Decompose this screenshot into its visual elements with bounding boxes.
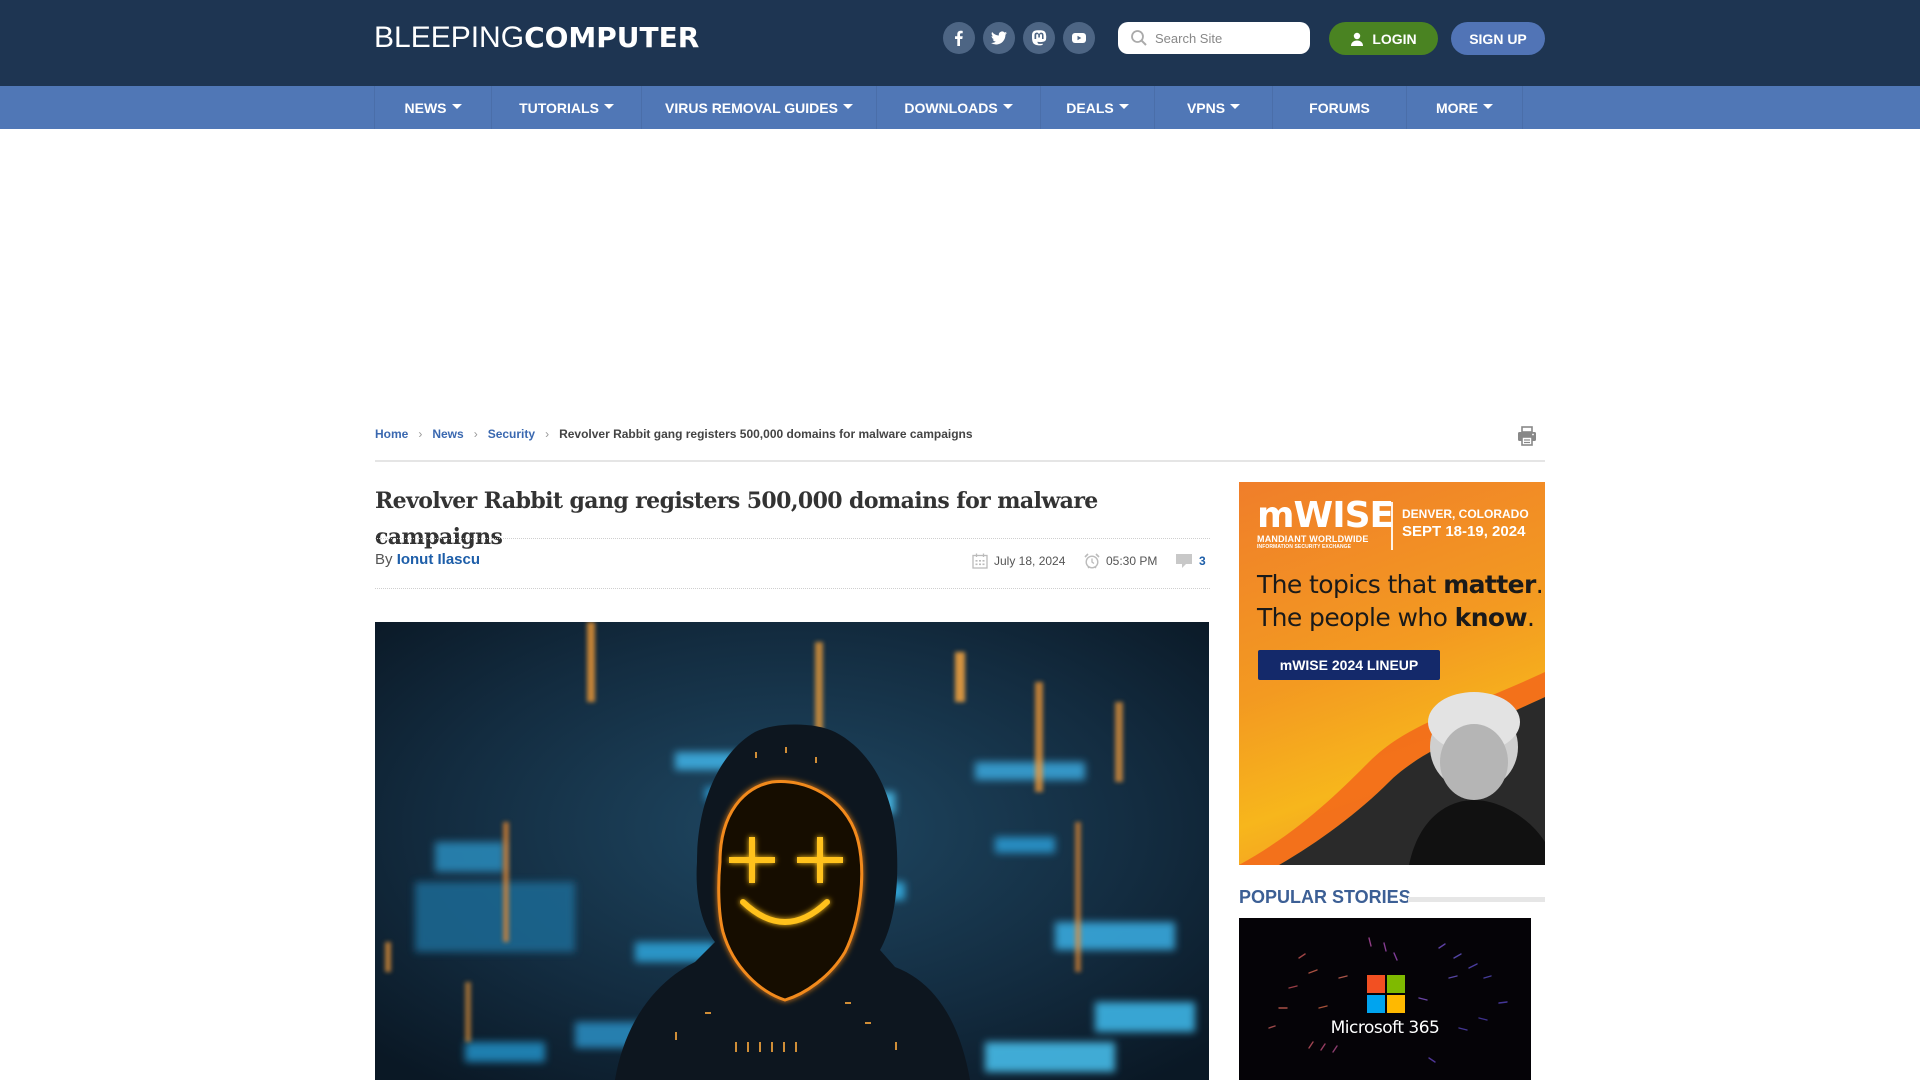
- breadcrumb-divider: [375, 460, 1545, 462]
- time-text: 05:30 PM: [1106, 554, 1158, 568]
- nav-item-news[interactable]: NEWS: [375, 86, 492, 129]
- chevron-right-icon: ›: [418, 427, 423, 441]
- ad-event-info: DENVER, COLORADO SEPT 18-19, 2024: [1402, 507, 1529, 540]
- article-title: Revolver Rabbit gang registers 500,000 d…: [375, 488, 1098, 550]
- search-icon: [1131, 30, 1147, 46]
- breadcrumb-home[interactable]: Home: [375, 427, 408, 441]
- site-logo[interactable]: BLEEPINGCOMPUTER: [374, 20, 699, 56]
- chevron-right-icon: ›: [545, 427, 550, 441]
- popular-story-thumbnail[interactable]: Microsoft 365: [1239, 918, 1531, 1080]
- search-input[interactable]: [1155, 30, 1305, 46]
- user-icon: [1351, 32, 1364, 46]
- caret-down-icon: [1483, 104, 1493, 109]
- youtube-icon: [1072, 33, 1086, 43]
- nav-item-deals[interactable]: DEALS: [1041, 86, 1155, 129]
- chevron-right-icon: ›: [473, 427, 478, 441]
- date-text: July 18, 2024: [994, 554, 1066, 568]
- caret-down-icon: [1230, 104, 1241, 109]
- breadcrumb-security[interactable]: Security: [488, 427, 535, 441]
- nav-item-tutorials[interactable]: TUTORIALS: [492, 86, 642, 129]
- article-hero-image: [375, 622, 1209, 1080]
- comment-icon: [1176, 554, 1192, 568]
- site-header: BLEEPINGCOMPUTER LOGIN SIGN UP: [0, 0, 1920, 86]
- main-nav: NEWS TUTORIALS VIRUS REMOVAL GUIDES DOWN…: [0, 86, 1920, 129]
- breadcrumb-current: Revolver Rabbit gang registers 500,000 d…: [559, 427, 973, 441]
- popular-stories-rule: [1408, 897, 1545, 902]
- title-divider: [375, 538, 1210, 539]
- nav-item-vpns[interactable]: VPNS: [1155, 86, 1273, 129]
- twitter-icon: [991, 31, 1007, 45]
- comments-count[interactable]: 3: [1199, 554, 1206, 568]
- author-link[interactable]: Ionut Ilascu: [397, 551, 480, 568]
- microsoft-logo-icon: [1367, 975, 1407, 1015]
- twitter-link[interactable]: [983, 22, 1015, 54]
- logo-bold-text: COMPUTER: [524, 21, 700, 54]
- nav-item-virus-removal-guides[interactable]: VIRUS REMOVAL GUIDES: [642, 86, 877, 129]
- popular-stories-heading: POPULAR STORIES: [1239, 887, 1411, 907]
- print-icon[interactable]: [1516, 425, 1538, 447]
- ad-brand-logo: mWISE MANDIANT WORLDWIDE INFORMATION SEC…: [1257, 495, 1394, 551]
- caret-down-icon: [1002, 104, 1013, 109]
- search-box: [1118, 22, 1310, 54]
- ad-cta-button[interactable]: mWISE 2024 LINEUP: [1258, 650, 1440, 680]
- sidebar-ad[interactable]: mWISE MANDIANT WORLDWIDE INFORMATION SEC…: [1239, 482, 1545, 865]
- caret-down-icon: [842, 104, 853, 109]
- nav-item-forums[interactable]: FORUMS: [1273, 86, 1407, 129]
- logo-light-text: BLEEPING: [374, 21, 525, 54]
- facebook-icon: [955, 30, 963, 46]
- hooded-hacker-illustration: [375, 622, 1209, 1080]
- article-time: 05:30 PM: [1084, 553, 1157, 569]
- mastodon-link[interactable]: [1023, 22, 1055, 54]
- ad-headline: The topics that matter. The people who k…: [1257, 570, 1544, 632]
- nav-item-more[interactable]: MORE: [1407, 86, 1523, 129]
- breadcrumb-news[interactable]: News: [432, 427, 463, 441]
- caret-down-icon: [451, 104, 462, 109]
- story-image-caption: Microsoft 365: [1330, 1018, 1440, 1038]
- article-comments[interactable]: 3: [1175, 553, 1206, 569]
- login-label: LOGIN: [1372, 30, 1417, 47]
- alarm-clock-icon: [1084, 553, 1100, 569]
- login-button[interactable]: LOGIN: [1329, 22, 1438, 55]
- calendar-icon: [972, 553, 988, 569]
- mastodon-icon: [1032, 30, 1047, 46]
- breadcrumb: Home › News › Security › Revolver Rabbit…: [375, 427, 973, 441]
- byline: By Ionut Ilascu: [375, 551, 481, 568]
- youtube-link[interactable]: [1063, 22, 1095, 54]
- caret-down-icon: [1118, 104, 1129, 109]
- byline-divider: [375, 588, 1210, 589]
- signup-label: SIGN UP: [1469, 30, 1527, 47]
- nav-item-downloads[interactable]: DOWNLOADS: [877, 86, 1041, 129]
- facebook-link[interactable]: [943, 22, 975, 54]
- article-date: July 18, 2024: [972, 553, 1065, 569]
- social-links: [943, 22, 1095, 54]
- caret-down-icon: [603, 104, 614, 109]
- ad-divider: [1391, 502, 1393, 550]
- signup-button[interactable]: SIGN UP: [1451, 22, 1545, 55]
